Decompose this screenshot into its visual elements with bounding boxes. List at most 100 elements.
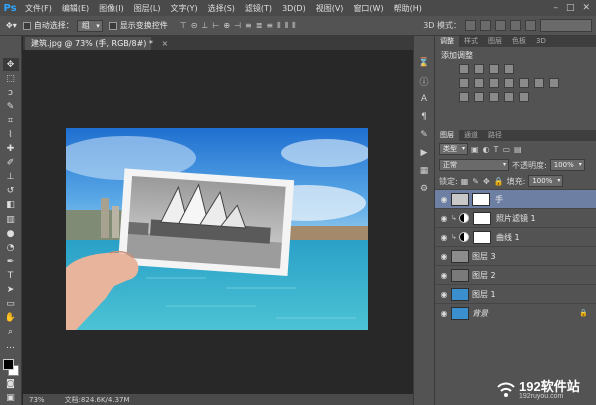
visibility-eye-icon[interactable]: ◉ [437,214,451,223]
tab-3d[interactable]: 3D [531,36,551,47]
kind-filter-select[interactable]: 类型 [439,143,468,155]
layer-name[interactable]: 背景 [472,308,488,319]
gradient-map-icon[interactable] [519,92,529,102]
menu-edit[interactable]: 编辑(E) [57,3,94,14]
menu-select[interactable]: 选择(S) [203,3,240,14]
lock-position-icon[interactable]: ✥ [483,177,490,186]
move-tool-preset-icon[interactable]: ✥▾ [6,21,17,30]
document-canvas[interactable] [66,128,368,330]
3d-pan-icon[interactable] [495,20,506,31]
type-tool-icon[interactable]: T [3,269,19,282]
invert-icon[interactable] [459,92,469,102]
exposure-icon[interactable] [504,64,514,74]
levels-icon[interactable] [474,64,484,74]
shape-tool-icon[interactable]: ▭ [3,298,19,311]
visibility-eye-icon[interactable]: ◉ [437,309,451,318]
menu-view[interactable]: 视图(V) [311,3,349,14]
lock-transparent-icon[interactable]: ▦ [461,177,469,186]
threshold-icon[interactable] [489,92,499,102]
posterize-icon[interactable] [474,92,484,102]
menu-layer[interactable]: 图层(L) [129,3,166,14]
eyedropper-tool-icon[interactable]: ⌇ [3,128,19,141]
layer-hand[interactable]: ◉ 手 [435,189,596,208]
visibility-eye-icon[interactable]: ◉ [437,290,451,299]
menu-3d[interactable]: 3D(D) [277,4,311,13]
layer-name[interactable]: 曲线 1 [496,232,520,243]
3d-slide-icon[interactable] [510,20,521,31]
tab-paths[interactable]: 路径 [483,130,507,141]
3d-scale-icon[interactable] [525,20,536,31]
align-left-icon[interactable]: ⊢ [212,21,219,31]
color-swatches[interactable] [2,358,20,377]
tab-layers[interactable]: 图层 [435,130,459,141]
close-document-icon[interactable]: × [161,39,168,48]
vibrance-icon[interactable] [459,78,469,88]
timeline-panel-icon[interactable]: ▶ [416,146,432,160]
move-tool-icon[interactable]: ✥ [2,58,19,72]
distribute-top-icon[interactable]: ≡ [245,21,252,31]
filter-type-icon[interactable]: T [494,145,499,154]
auto-select-checkbox[interactable] [22,21,31,30]
layer-2[interactable]: ◉ 图层 2 [435,265,596,284]
align-bottom-icon[interactable]: ⊥ [201,21,208,31]
screen-mode-icon[interactable]: ▣ [3,392,19,405]
menu-image[interactable]: 图像(I) [94,3,129,14]
layer-name[interactable]: 照片滤镜 1 [496,213,536,224]
tab-swatches[interactable]: 色板 [507,36,531,47]
menu-filter[interactable]: 滤镜(T) [240,3,277,14]
lasso-tool-icon[interactable]: ↄ [3,86,19,99]
paragraph-panel-icon[interactable]: ¶ [416,110,432,124]
actions-panel-icon[interactable]: ⚙ [416,182,432,196]
filter-smart-object-icon[interactable]: ▤ [514,145,522,154]
tab-adjustments[interactable]: 调整 [435,36,459,47]
tab-channels[interactable]: 通道 [459,130,483,141]
foreground-color-swatch[interactable] [2,358,14,370]
fill-input[interactable]: 100% [528,175,564,187]
maximize-icon[interactable]: □ [566,3,575,13]
menu-file[interactable]: 文件(F) [20,3,57,14]
crop-tool-icon[interactable]: ⌗ [3,114,19,127]
healing-brush-tool-icon[interactable]: ✚ [3,143,19,156]
quick-mask-icon[interactable]: ◙ [3,378,19,391]
color-balance-icon[interactable] [489,78,499,88]
quick-select-tool-icon[interactable]: ✎ [3,100,19,113]
lock-all-icon[interactable]: 🔒 [494,177,504,186]
layer-name[interactable]: 手 [495,194,503,205]
path-select-tool-icon[interactable]: ➤ [3,284,19,297]
minimize-icon[interactable]: – [553,3,558,13]
swatches-panel-icon[interactable]: ▦ [416,164,432,178]
layer-name[interactable]: 图层 2 [472,270,496,281]
align-top-icon[interactable]: ⊤ [180,21,187,31]
filter-pixel-icon[interactable]: ▣ [471,145,479,154]
layer-name[interactable]: 图层 1 [472,289,496,300]
history-panel-icon[interactable]: ⌛ [416,56,432,70]
black-white-icon[interactable] [504,78,514,88]
layer-photo-filter[interactable]: ◉ ↳ 照片滤镜 1 [435,208,596,227]
channel-mixer-icon[interactable] [534,78,544,88]
hand-tool-icon[interactable]: ✋ [3,312,19,325]
opacity-input[interactable]: 100% [549,159,585,171]
blur-tool-icon[interactable]: ● [3,227,19,240]
brush-panel-icon[interactable]: ✎ [416,128,432,142]
filter-shape-icon[interactable]: ▭ [502,145,510,154]
3d-rotate-icon[interactable] [465,20,476,31]
document-size[interactable]: 文档:824.6K/4.37M [65,395,130,405]
zoom-tool-icon[interactable]: ⌕ [3,326,19,339]
lock-image-icon[interactable]: ✎ [472,177,479,186]
visibility-eye-icon[interactable]: ◉ [437,271,451,280]
gradient-tool-icon[interactable]: ▥ [3,213,19,226]
visibility-eye-icon[interactable]: ◉ [437,195,451,204]
menu-help[interactable]: 帮助(H) [389,3,427,14]
dodge-tool-icon[interactable]: ◔ [3,241,19,254]
visibility-eye-icon[interactable]: ◉ [437,233,451,242]
color-lookup-icon[interactable] [549,78,559,88]
info-panel-icon[interactable]: ⓘ [416,74,432,88]
hue-saturation-icon[interactable] [474,78,484,88]
layer-background[interactable]: ◉ 背景 🔒 [435,303,596,322]
character-panel-icon[interactable]: A [416,92,432,106]
blend-mode-select[interactable]: 正常 [439,159,509,171]
layer-curves[interactable]: ◉ ↳ 曲线 1 [435,227,596,246]
menu-window[interactable]: 窗口(W) [348,3,388,14]
distribute-bottom-icon[interactable]: ≡ [266,21,273,31]
brightness-contrast-icon[interactable] [459,64,469,74]
